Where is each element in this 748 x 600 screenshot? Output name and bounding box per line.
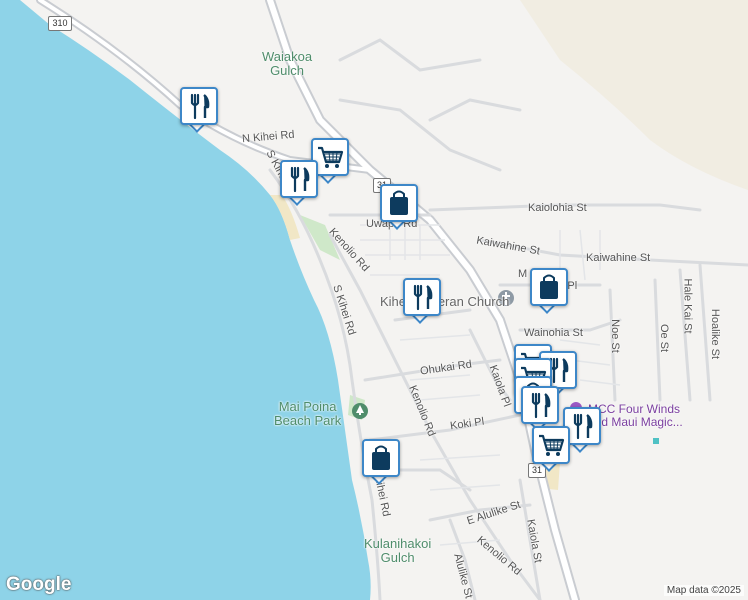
google-logo: Google: [6, 574, 72, 595]
map-base: [0, 0, 748, 600]
noe-st-label: Noe St: [608, 319, 621, 353]
mai-poina-beach-park-label: Mai Poina Beach Park: [274, 399, 342, 428]
map-attribution[interactable]: Map data ©2025: [663, 585, 744, 596]
m-partial-label: M: [518, 268, 528, 280]
map-canvas[interactable]: 310 31 31 Waiakoa Gulch N Kihei Rd S Kih…: [0, 0, 748, 600]
tree-icon: [352, 403, 368, 419]
wainohia-st-label: Wainohia St: [524, 327, 583, 339]
shopping-marker[interactable]: [378, 182, 422, 230]
kaiolohia-st-label: Kaiolohia St: [528, 202, 587, 214]
oe-st-label: Oe St: [658, 323, 671, 353]
grocery-marker[interactable]: [530, 424, 574, 472]
fork-knife-icon: [523, 388, 557, 422]
shopping-marker[interactable]: [528, 266, 572, 314]
restaurant-marker[interactable]: [278, 158, 322, 206]
fork-knife-icon: [282, 162, 316, 196]
shopping-cart-icon: [534, 428, 568, 462]
fork-knife-icon: [405, 280, 439, 314]
kaiwahine-st-label-b: Kaiwahine St: [586, 252, 651, 264]
hale-kai-st-label: Hale Kai St: [681, 278, 694, 334]
shopping-bag-icon: [364, 441, 398, 475]
waiakoa-gulch-label: Waiakoa Gulch: [262, 49, 313, 78]
restaurant-marker[interactable]: [401, 276, 445, 324]
fork-knife-icon: [182, 89, 216, 123]
small-poi-square: [653, 438, 659, 444]
route-shield-310: 310: [48, 16, 72, 31]
shopping-bag-icon: [532, 270, 566, 304]
shopping-bag-icon: [382, 186, 416, 220]
kulanihakoi-gulch-label: Kulanihakoi Gulch: [364, 536, 432, 565]
restaurant-marker[interactable]: [178, 85, 222, 133]
hoalike-st-label: Hoalike St: [709, 308, 722, 360]
shopping-marker[interactable]: [360, 437, 404, 485]
